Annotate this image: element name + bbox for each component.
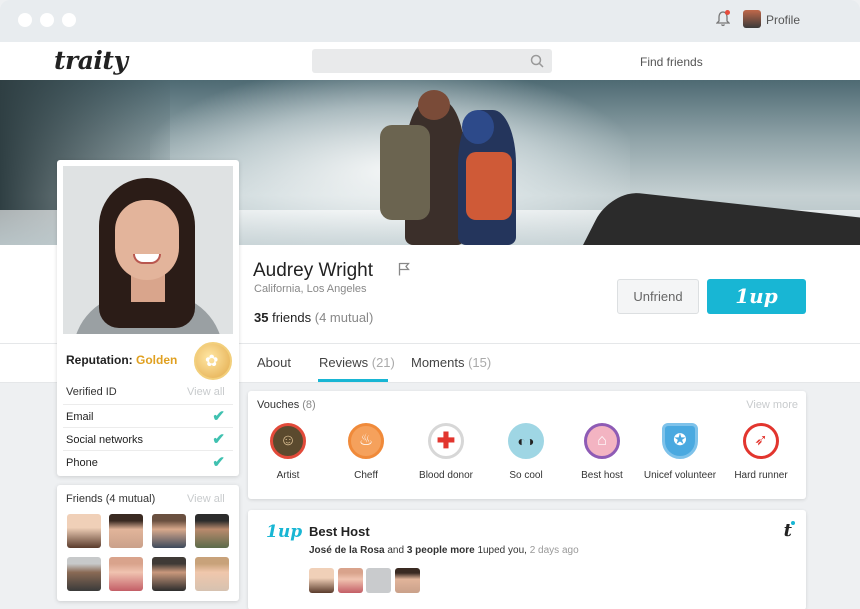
active-tab-indicator <box>318 379 388 382</box>
vouches-card: Vouches (8) View more ☺ Artist ♨ Cheff ✚… <box>248 391 806 499</box>
friend-avatar[interactable] <box>195 557 229 591</box>
vouch-label-unicef: Unicef volunteer <box>643 470 717 481</box>
reviewer-avatar[interactable] <box>338 568 363 593</box>
review-others-link[interactable]: 3 people more <box>407 545 475 556</box>
profile-card: Reputation: Golden ✿ Verified ID View al… <box>57 160 239 476</box>
verified-id-title: Verified ID <box>66 386 117 398</box>
vouch-label-so-cool: So cool <box>509 470 543 481</box>
friend-avatar[interactable] <box>109 514 143 548</box>
check-icon: ✔ <box>212 408 225 425</box>
friend-avatar[interactable] <box>152 514 186 548</box>
house-icon[interactable]: ⌂ <box>584 423 620 459</box>
friends-card: Friends (4 mutual) View all <box>57 485 239 601</box>
profile-link[interactable]: Profile <box>766 13 800 27</box>
reviewer-avatar-placeholder[interactable] <box>366 568 391 593</box>
reviewer-avatar[interactable] <box>395 568 420 593</box>
check-icon: ✔ <box>212 431 225 448</box>
tab-reviews[interactable]: Reviews (21) <box>319 355 395 370</box>
friends-view-all-link[interactable]: View all <box>187 493 225 505</box>
vouches-title: Vouches (8) <box>257 399 316 411</box>
user-avatar[interactable] <box>743 10 761 28</box>
profile-name: Audrey Wright <box>253 260 374 281</box>
flag-icon[interactable] <box>398 262 410 276</box>
sunglasses-icon[interactable]: ◐◑ <box>508 423 544 459</box>
vouch-label-cheff: Cheff <box>354 470 378 481</box>
backpack <box>380 125 430 220</box>
verified-row-social: Social networks ✔ <box>63 427 233 450</box>
oneup-button[interactable]: 1up <box>707 279 806 314</box>
friend-avatar[interactable] <box>152 557 186 591</box>
tab-about[interactable]: About <box>257 355 291 370</box>
review-timestamp: 2 days ago <box>529 545 579 556</box>
red-cross-icon[interactable]: ✚ <box>428 423 464 459</box>
chef-hat-icon[interactable]: ♨ <box>348 423 384 459</box>
verified-row-email: Email ✔ <box>63 404 233 427</box>
review-summary: José de la Rosa and 3 people more 1uped … <box>309 545 579 556</box>
review-title: Best Host <box>309 524 370 539</box>
backpack <box>466 152 512 220</box>
verified-row-phone: Phone ✔ <box>63 450 233 473</box>
friend-avatar[interactable] <box>195 514 229 548</box>
check-icon: ✔ <box>212 454 225 471</box>
window-dot <box>18 13 32 27</box>
reputation-label: Reputation: Golden <box>66 353 178 367</box>
verified-view-all-link[interactable]: View all <box>187 386 225 398</box>
reviewer-avatar[interactable] <box>309 568 334 593</box>
notification-badge <box>725 10 730 15</box>
unfriend-button[interactable]: Unfriend <box>617 279 699 314</box>
running-shoe-icon[interactable]: ➶ <box>743 423 779 459</box>
friends-title: Friends (4 mutual) <box>66 493 156 505</box>
friend-avatar[interactable] <box>67 514 101 548</box>
vouch-label-artist: Artist <box>276 470 300 481</box>
mona-lisa-icon[interactable]: ☺ <box>270 423 306 459</box>
vouch-label-best-host: Best host <box>581 470 623 481</box>
window-titlebar <box>0 0 860 42</box>
vouches-view-more-link[interactable]: View more <box>746 399 798 411</box>
friends-count[interactable]: 35 friends (4 mutual) <box>254 310 373 325</box>
window-dot <box>40 13 54 27</box>
find-friends-link[interactable]: Find friends <box>640 55 703 69</box>
review-card: 1up Best Host José de la Rosa and 3 peop… <box>248 510 806 609</box>
search-icon[interactable] <box>530 54 544 68</box>
traity-logo[interactable]: traity <box>54 46 128 75</box>
vouch-label-blood-donor: Blood donor <box>419 470 473 481</box>
review-author-link[interactable]: José de la Rosa <box>309 545 385 556</box>
profile-location: California, Los Angeles <box>254 283 367 295</box>
search-input[interactable] <box>312 49 552 73</box>
tab-moments[interactable]: Moments (15) <box>411 355 491 370</box>
friend-avatar[interactable] <box>109 557 143 591</box>
window-dot <box>62 13 76 27</box>
oneup-logo: 1up <box>266 522 303 542</box>
vouch-label-hard-runner: Hard runner <box>734 470 788 481</box>
reputation-level: Golden <box>136 353 178 367</box>
top-navbar: traity Find friends <box>0 42 860 80</box>
profile-photo[interactable] <box>63 166 233 334</box>
unicef-icon[interactable]: ✪ <box>662 423 698 459</box>
friend-avatar[interactable] <box>67 557 101 591</box>
golden-medal-icon: ✿ <box>194 342 232 380</box>
